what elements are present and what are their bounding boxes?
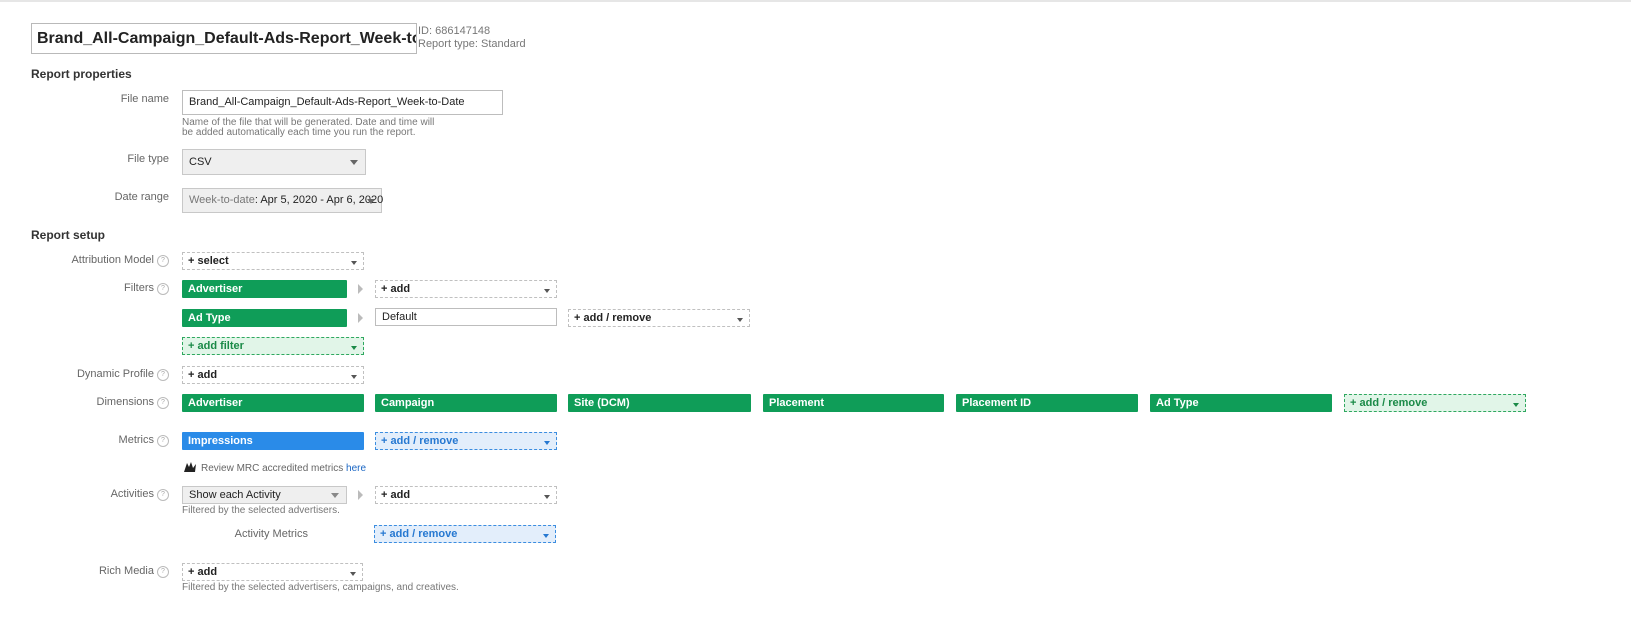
top-divider xyxy=(0,0,1631,2)
help-icon[interactable]: ? xyxy=(157,435,169,447)
file-name-label: File name xyxy=(120,93,169,105)
date-range-label: Date range xyxy=(114,191,169,203)
dimension-chip-campaign[interactable]: Campaign xyxy=(375,394,557,412)
help-icon[interactable]: ? xyxy=(157,489,169,501)
attribution-model-label: Attribution Model? xyxy=(19,254,169,267)
chevron-down-icon xyxy=(1513,403,1519,407)
chevron-down-icon xyxy=(351,261,357,265)
metrics-label: Metrics? xyxy=(19,434,169,447)
dimension-chip-site[interactable]: Site (DCM) xyxy=(568,394,751,412)
attribution-model-select[interactable]: + select xyxy=(182,252,364,270)
filters-label: Filters? xyxy=(19,282,169,295)
metric-chip-impressions[interactable]: Impressions xyxy=(182,432,364,450)
chevron-down-icon xyxy=(544,441,550,445)
dimension-chip-placement-id[interactable]: Placement ID xyxy=(956,394,1138,412)
activities-add[interactable]: + add xyxy=(375,486,557,504)
report-type: Report type: Standard xyxy=(418,38,526,50)
report-title-input[interactable]: Brand_All-Campaign_Default-Ads-Report_We… xyxy=(31,23,417,54)
dimensions-add-remove[interactable]: + add / remove xyxy=(1344,394,1526,412)
chevron-down-icon xyxy=(367,198,375,204)
chevron-down-icon xyxy=(331,493,339,498)
dimension-chip-advertiser[interactable]: Advertiser xyxy=(182,394,364,412)
report-setup-title: Report setup xyxy=(31,228,106,242)
dynamic-profile-select[interactable]: + add xyxy=(182,366,364,384)
file-type-label: File type xyxy=(127,153,169,165)
arrow-right-icon xyxy=(358,313,363,323)
activity-metrics-label: Activity Metrics xyxy=(234,528,308,540)
chevron-down-icon xyxy=(350,572,356,576)
date-range-preset: Week-to-date xyxy=(189,194,255,206)
mrc-link[interactable]: here xyxy=(346,463,366,474)
dimensions-label: Dimensions? xyxy=(19,396,169,409)
file-type-select[interactable]: CSV xyxy=(182,149,366,175)
file-name-hint-line2: be added automatically each time you run… xyxy=(182,127,416,138)
file-type-value: CSV xyxy=(189,156,212,168)
filter-chip-ad-type[interactable]: Ad Type xyxy=(182,309,347,327)
report-properties-title: Report properties xyxy=(31,67,132,81)
chevron-down-icon xyxy=(737,318,743,322)
add-filter-button[interactable]: + add filter xyxy=(182,337,364,355)
activities-hint: Filtered by the selected advertisers. xyxy=(182,505,340,516)
file-name-input[interactable]: Brand_All-Campaign_Default-Ads-Report_We… xyxy=(182,90,503,115)
chevron-down-icon xyxy=(544,289,550,293)
metrics-add-remove[interactable]: + add / remove xyxy=(375,432,557,450)
chevron-down-icon xyxy=(350,160,358,165)
dynamic-profile-label: Dynamic Profile? xyxy=(19,368,169,381)
dimension-chip-placement[interactable]: Placement xyxy=(763,394,944,412)
filter-ad-type-add-remove[interactable]: + add / remove xyxy=(568,309,750,327)
help-icon[interactable]: ? xyxy=(157,397,169,409)
help-icon[interactable]: ? xyxy=(157,255,169,267)
mrc-badge-icon xyxy=(182,460,198,474)
rich-media-hint: Filtered by the selected advertisers, ca… xyxy=(182,582,459,593)
activities-label: Activities? xyxy=(19,488,169,501)
report-id: ID: 686147148 xyxy=(418,25,491,37)
arrow-right-icon xyxy=(358,490,363,500)
filter-ad-type-value[interactable]: Default xyxy=(375,308,557,326)
rich-media-label: Rich Media? xyxy=(19,565,169,578)
chevron-down-icon xyxy=(543,534,549,538)
filter-chip-advertiser[interactable]: Advertiser xyxy=(182,280,347,298)
chevron-down-icon xyxy=(544,495,550,499)
date-range-select[interactable]: Week-to-date: Apr 5, 2020 - Apr 6, 2020 xyxy=(182,188,384,213)
rich-media-add[interactable]: + add xyxy=(182,563,363,581)
arrow-right-icon xyxy=(358,284,363,294)
date-range-dates: : Apr 5, 2020 - Apr 6, 2020 xyxy=(254,194,384,206)
activity-metrics-add-remove[interactable]: + add / remove xyxy=(374,525,556,543)
chevron-down-icon xyxy=(351,346,357,350)
help-icon[interactable]: ? xyxy=(157,566,169,578)
filter-advertiser-add[interactable]: + add xyxy=(375,280,557,298)
mrc-note: Review MRC accredited metrics here xyxy=(201,463,367,474)
help-icon[interactable]: ? xyxy=(157,369,169,381)
activities-select[interactable]: Show each Activity xyxy=(182,486,347,504)
dimension-chip-ad-type[interactable]: Ad Type xyxy=(1150,394,1332,412)
help-icon[interactable]: ? xyxy=(157,283,169,295)
chevron-down-icon xyxy=(351,375,357,379)
